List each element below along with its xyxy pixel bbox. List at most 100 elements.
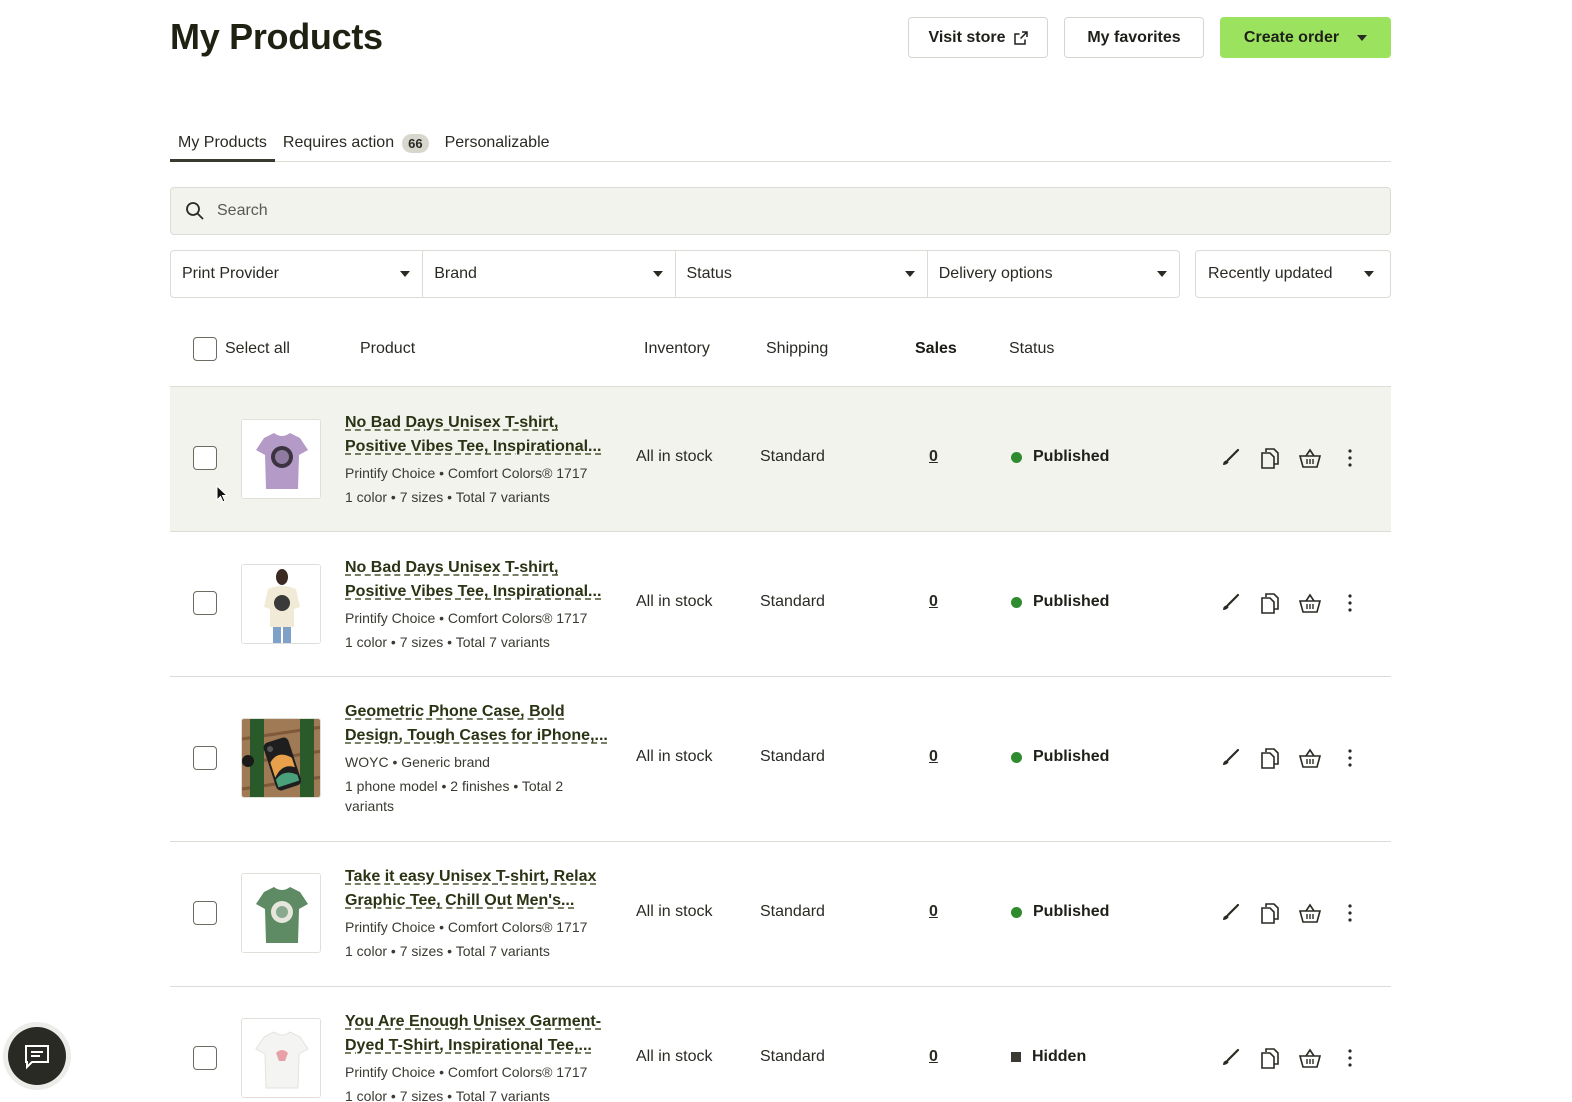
product-thumbnail[interactable] <box>241 873 321 953</box>
copy-icon <box>1261 593 1279 614</box>
table-row[interactable]: Geometric Phone Case, Bold Design, Tough… <box>170 677 1391 842</box>
select-all-control: Select all <box>193 337 290 361</box>
column-header-inventory: Inventory <box>644 340 710 357</box>
edit-button[interactable] <box>1218 1046 1242 1070</box>
search-input[interactable] <box>217 202 1317 220</box>
product-variants: 1 color • 7 sizes • Total 7 variants <box>345 1088 550 1102</box>
row-checkbox[interactable] <box>193 746 217 770</box>
product-title-link[interactable]: Geometric Phone Case, Bold Design, Tough… <box>345 700 615 748</box>
more-options-button[interactable] <box>1338 1046 1362 1070</box>
product-thumbnail[interactable] <box>241 1018 321 1098</box>
kebab-menu-icon <box>1348 749 1352 767</box>
chevron-down-icon <box>400 271 411 277</box>
filter-delivery-options[interactable]: Delivery options <box>928 251 1179 297</box>
sales-link[interactable]: 0 <box>929 903 938 921</box>
edit-button[interactable] <box>1218 901 1242 925</box>
edit-button[interactable] <box>1218 591 1242 615</box>
create-order-label: Create order <box>1243 28 1340 46</box>
basket-icon <box>1298 1048 1322 1068</box>
product-title-link[interactable]: Take it easy Unisex T-shirt, Relax Graph… <box>345 865 615 913</box>
product-provider: Printify Choice • Comfort Colors® 1717 <box>345 1064 588 1080</box>
sales-link[interactable]: 0 <box>929 1048 938 1066</box>
more-options-button[interactable] <box>1338 446 1362 470</box>
more-options-button[interactable] <box>1338 591 1362 615</box>
duplicate-button[interactable] <box>1258 446 1282 470</box>
product-variants: 1 phone model • 2 finishes • Total 2 var… <box>345 778 564 814</box>
brush-icon <box>1223 748 1240 765</box>
kebab-menu-icon <box>1348 449 1352 467</box>
column-header-shipping: Shipping <box>766 340 829 357</box>
product-info: Take it easy Unisex T-shirt, Relax Graph… <box>345 865 615 963</box>
duplicate-button[interactable] <box>1258 591 1282 615</box>
external-link-icon <box>1013 30 1028 45</box>
select-all-label: Select all <box>225 340 290 357</box>
order-button[interactable] <box>1298 1046 1322 1070</box>
order-button[interactable] <box>1298 901 1322 925</box>
shipping-value: Standard <box>760 448 825 465</box>
sales-link[interactable]: 0 <box>929 593 938 611</box>
column-header-product: Product <box>360 340 416 357</box>
tab-personalizable[interactable]: Personalizable <box>437 128 558 162</box>
basket-icon <box>1298 903 1322 923</box>
product-provider: Printify Choice • Comfort Colors® 1717 <box>345 610 588 626</box>
filter-print-provider[interactable]: Print Provider <box>171 251 424 297</box>
column-header-sales[interactable]: Sales <box>915 340 957 358</box>
tab-label: Personalizable <box>444 134 550 151</box>
page-title: My Products <box>170 16 383 57</box>
visit-store-button[interactable]: Visit store <box>908 17 1048 58</box>
product-title-link[interactable]: No Bad Days Unisex T-shirt, Positive Vib… <box>345 411 615 459</box>
table-row[interactable]: You Are Enough Unisex Garment-Dyed T-Shi… <box>170 987 1391 1102</box>
more-options-button[interactable] <box>1338 901 1362 925</box>
product-title-link[interactable]: No Bad Days Unisex T-shirt, Positive Vib… <box>345 556 615 604</box>
product-thumbnail[interactable] <box>241 564 321 644</box>
order-button[interactable] <box>1298 446 1322 470</box>
product-title-link[interactable]: You Are Enough Unisex Garment-Dyed T-Shi… <box>345 1010 615 1058</box>
brush-icon <box>1223 448 1240 465</box>
sales-link[interactable]: 0 <box>929 748 938 766</box>
brush-icon <box>1223 903 1240 920</box>
edit-button[interactable] <box>1218 446 1242 470</box>
sort-select[interactable]: Recently updated <box>1195 250 1391 298</box>
shipping-value: Standard <box>760 748 825 765</box>
order-button[interactable] <box>1298 746 1322 770</box>
select-all-checkbox[interactable] <box>193 337 217 361</box>
row-checkbox[interactable] <box>193 591 217 615</box>
my-favorites-button[interactable]: My favorites <box>1064 17 1204 58</box>
sales-link[interactable]: 0 <box>929 448 938 466</box>
row-checkbox[interactable] <box>193 901 217 925</box>
row-checkbox[interactable] <box>193 446 217 470</box>
order-button[interactable] <box>1298 591 1322 615</box>
chevron-down-icon <box>1157 271 1167 277</box>
create-order-button[interactable]: Create order <box>1220 17 1391 58</box>
product-variants: 1 color • 7 sizes • Total 7 variants <box>345 489 550 505</box>
status-badge: Published <box>1011 748 1109 766</box>
more-options-button[interactable] <box>1338 746 1362 770</box>
filter-brand[interactable]: Brand <box>423 251 676 297</box>
status-label: Published <box>1033 748 1110 765</box>
basket-icon <box>1298 748 1322 768</box>
kebab-menu-icon <box>1348 1049 1352 1067</box>
product-provider: WOYC • Generic brand <box>345 754 490 770</box>
hidden-square-icon <box>1011 1052 1021 1062</box>
duplicate-button[interactable] <box>1258 1046 1282 1070</box>
copy-icon <box>1261 448 1279 469</box>
duplicate-button[interactable] <box>1258 746 1282 770</box>
filter-status[interactable]: Status <box>676 251 928 297</box>
inventory-value: All in stock <box>636 448 713 465</box>
product-thumbnail[interactable] <box>241 419 321 499</box>
edit-button[interactable] <box>1218 746 1242 770</box>
tab-requires-action[interactable]: Requires action 66 <box>275 128 437 162</box>
table-row[interactable]: Take it easy Unisex T-shirt, Relax Graph… <box>170 842 1391 987</box>
table-row[interactable]: No Bad Days Unisex T-shirt, Positive Vib… <box>170 387 1391 532</box>
basket-icon <box>1298 593 1322 613</box>
table-row[interactable]: No Bad Days Unisex T-shirt, Positive Vib… <box>170 532 1391 677</box>
product-thumbnail[interactable] <box>241 718 321 798</box>
filter-label: Status <box>686 265 732 282</box>
row-checkbox[interactable] <box>193 1046 217 1070</box>
status-badge: Published <box>1011 593 1109 611</box>
product-info: No Bad Days Unisex T-shirt, Positive Vib… <box>345 556 615 654</box>
brush-icon <box>1223 593 1240 610</box>
duplicate-button[interactable] <box>1258 901 1282 925</box>
tab-my-products[interactable]: My Products <box>170 128 275 162</box>
chat-button[interactable] <box>8 1027 66 1085</box>
